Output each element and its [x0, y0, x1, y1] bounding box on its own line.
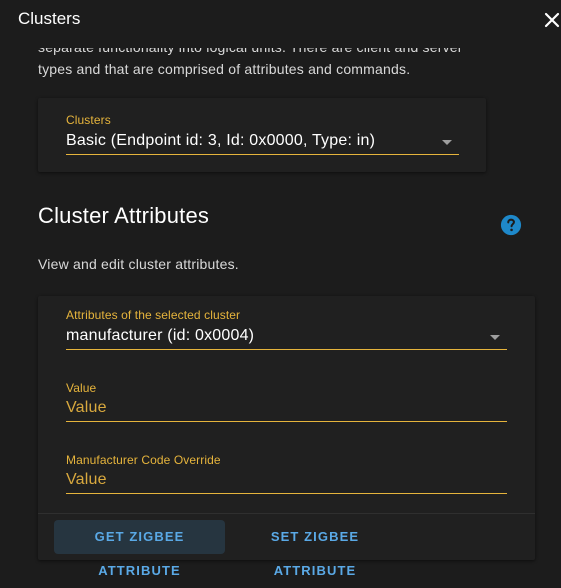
get-zigbee-attribute-button[interactable]: GET ZIGBEE ATTRIBUTE	[54, 520, 225, 578]
help-circle-icon[interactable]	[500, 214, 522, 236]
manufacturer-override-label: Manufacturer Code Override	[66, 453, 221, 467]
caret-down-icon[interactable]	[442, 140, 452, 145]
clusters-select-underline	[66, 154, 459, 155]
clusters-label: Clusters	[66, 113, 111, 127]
attribute-select-label: Attributes of the selected cluster	[66, 308, 241, 322]
clusters-select[interactable]: Basic (Endpoint id: 3, Id: 0x0000, Type:…	[66, 132, 460, 150]
manufacturer-override-underline	[66, 493, 507, 494]
value-input[interactable]: Value	[66, 399, 506, 417]
value-label: Value	[66, 381, 97, 395]
dialog-header: Clusters	[0, 0, 561, 48]
close-icon[interactable]	[540, 8, 561, 32]
attribute-select[interactable]: manufacturer (id: 0x0004)	[66, 327, 506, 345]
clusters-card: Clusters Basic (Endpoint id: 3, Id: 0x00…	[38, 98, 486, 172]
section-description: View and edit cluster attributes.	[38, 256, 239, 272]
caret-down-icon[interactable]	[490, 335, 500, 340]
attribute-select-underline	[66, 349, 507, 350]
card-actions: GET ZIGBEE ATTRIBUTE SET ZIGBEE ATTRIBUT…	[38, 513, 535, 578]
set-zigbee-attribute-button[interactable]: SET ZIGBEE ATTRIBUTE	[231, 520, 399, 578]
section-title: Cluster Attributes	[38, 203, 210, 228]
value-input-underline	[66, 421, 507, 422]
dialog-title: Clusters	[18, 9, 81, 28]
manufacturer-override-input[interactable]: Value	[66, 471, 506, 489]
